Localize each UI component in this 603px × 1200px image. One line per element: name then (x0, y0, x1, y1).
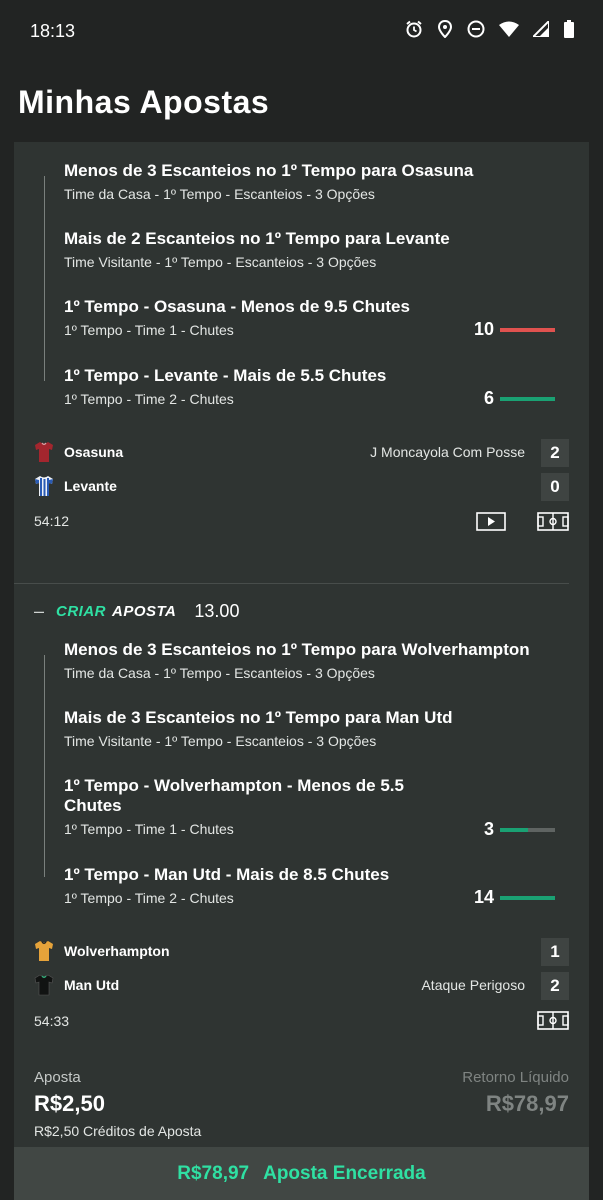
pitch-icon[interactable] (537, 1011, 569, 1030)
page-title: Minhas Apostas (18, 84, 270, 120)
progress-fill (500, 895, 555, 900)
return-label: Retorno Líquido (462, 1069, 569, 1086)
selection-title: 1º Tempo - Levante - Mais de 5.5 Chutes (64, 366, 387, 385)
selection-subtitle: Time Visitante - 1º Tempo - Escanteios -… (64, 733, 377, 749)
selection-line (44, 176, 45, 381)
progress-fill (500, 827, 528, 832)
selection-subtitle: 1º Tempo - Time 1 - Chutes (64, 821, 234, 837)
team-row-away: Man Utd Ataque Perigoso 2 (34, 972, 569, 1000)
selection-subtitle: Time Visitante - 1º Tempo - Escanteios -… (64, 254, 377, 270)
status-icons (405, 20, 575, 38)
selection-subtitle: Time da Casa - 1º Tempo - Escanteios - 3… (64, 665, 375, 681)
stake-value: R$2,50 (34, 1091, 105, 1116)
status-time: 18:13 (30, 21, 76, 41)
selection-title: Mais de 2 Escanteios no 1º Tempo para Le… (64, 229, 450, 248)
shirt-icon (35, 476, 53, 496)
settled-amount: R$78,97 (177, 1162, 250, 1184)
match-event: Ataque Perigoso (421, 977, 525, 993)
bet-builder-logo: APOSTA (112, 602, 177, 620)
bet-builder-header[interactable]: – CRIAR APOSTA 13.00 (34, 600, 239, 622)
match-clock: 54:12 (34, 513, 70, 529)
progress-bar (500, 895, 555, 900)
do-not-disturb-icon (467, 20, 485, 38)
location-icon (437, 20, 453, 38)
team-name: Man Utd (64, 977, 120, 993)
video-icon[interactable] (476, 512, 506, 531)
selection: Menos de 3 Escanteios no 1º Tempo para W… (64, 640, 564, 681)
wifi-icon (499, 21, 519, 37)
team-row-away: Levante 0 (34, 473, 569, 501)
bet-settled-bar[interactable]: R$78,97 Aposta Encerrada (14, 1147, 589, 1200)
selection-title: 1º Tempo - Wolverhampton - Menos de 5.5 … (64, 776, 404, 815)
status-bar: 18:13 (0, 0, 603, 64)
team-name: Osasuna (64, 444, 124, 460)
selection: Mais de 2 Escanteios no 1º Tempo para Le… (64, 229, 564, 270)
selection-subtitle: Time da Casa - 1º Tempo - Escanteios - 3… (64, 186, 375, 202)
return-value: R$78,97 (485, 1091, 569, 1116)
pitch-icon[interactable] (537, 512, 569, 531)
selection-title: Mais de 3 Escanteios no 1º Tempo para Ma… (64, 708, 453, 727)
bet-builder-logo: CRIAR (56, 602, 106, 620)
divider (14, 583, 569, 584)
settled-status: Aposta Encerrada (263, 1162, 426, 1184)
progress-fill (500, 327, 555, 332)
selection-title: 1º Tempo - Man Utd - Mais de 8.5 Chutes (64, 865, 390, 884)
selection-title: 1º Tempo - Osasuna - Menos de 9.5 Chutes (64, 297, 410, 316)
match-event: J Moncayola Com Posse (370, 444, 525, 460)
progress-bar (500, 827, 555, 832)
selection: Menos de 3 Escanteios no 1º Tempo para O… (64, 161, 564, 202)
shirt-icon (34, 974, 54, 996)
bet-card[interactable]: Menos de 3 Escanteios no 1º Tempo para O… (14, 142, 589, 1200)
selection: Mais de 3 Escanteios no 1º Tempo para Ma… (64, 708, 564, 749)
collapse-icon[interactable]: – (34, 601, 56, 622)
selection-stat: 3 (466, 819, 555, 840)
stat-value: 14 (473, 887, 494, 907)
selection-stat: 14 (466, 887, 555, 908)
progress-bar (500, 396, 555, 401)
team-row-home: Wolverhampton 1 (34, 938, 569, 966)
shirt-icon (35, 941, 53, 961)
signal-icon (533, 21, 549, 37)
score-box: 1 (541, 938, 569, 966)
score-box: 2 (541, 972, 569, 1000)
team-name: Wolverhampton (64, 943, 170, 959)
team-row-home: Osasuna J Moncayola Com Posse 2 (34, 439, 569, 467)
progress-fill (500, 396, 555, 401)
selection: 1º Tempo - Wolverhampton - Menos de 5.5 … (64, 776, 434, 837)
selection-line (44, 655, 45, 877)
stat-value: 3 (483, 819, 494, 839)
bet-odds: 13.00 (194, 600, 240, 621)
stake-note: R$2,50 Créditos de Aposta (34, 1123, 202, 1139)
score-box: 2 (541, 439, 569, 467)
selection-title: Menos de 3 Escanteios no 1º Tempo para O… (64, 161, 474, 180)
shirt-icon (35, 442, 53, 462)
progress-bar (500, 327, 555, 332)
stat-value: 6 (483, 388, 494, 408)
team-name: Levante (64, 478, 117, 494)
selection-stat: 10 (466, 319, 555, 340)
alarm-icon (406, 20, 422, 38)
score-box: 0 (541, 473, 569, 501)
stake-label: Aposta (34, 1069, 81, 1086)
stat-value: 10 (473, 319, 494, 339)
selection-stat: 6 (466, 388, 555, 409)
match-clock: 54:33 (34, 1013, 70, 1029)
battery-icon (564, 20, 574, 38)
selection-title: Menos de 3 Escanteios no 1º Tempo para W… (64, 640, 530, 659)
